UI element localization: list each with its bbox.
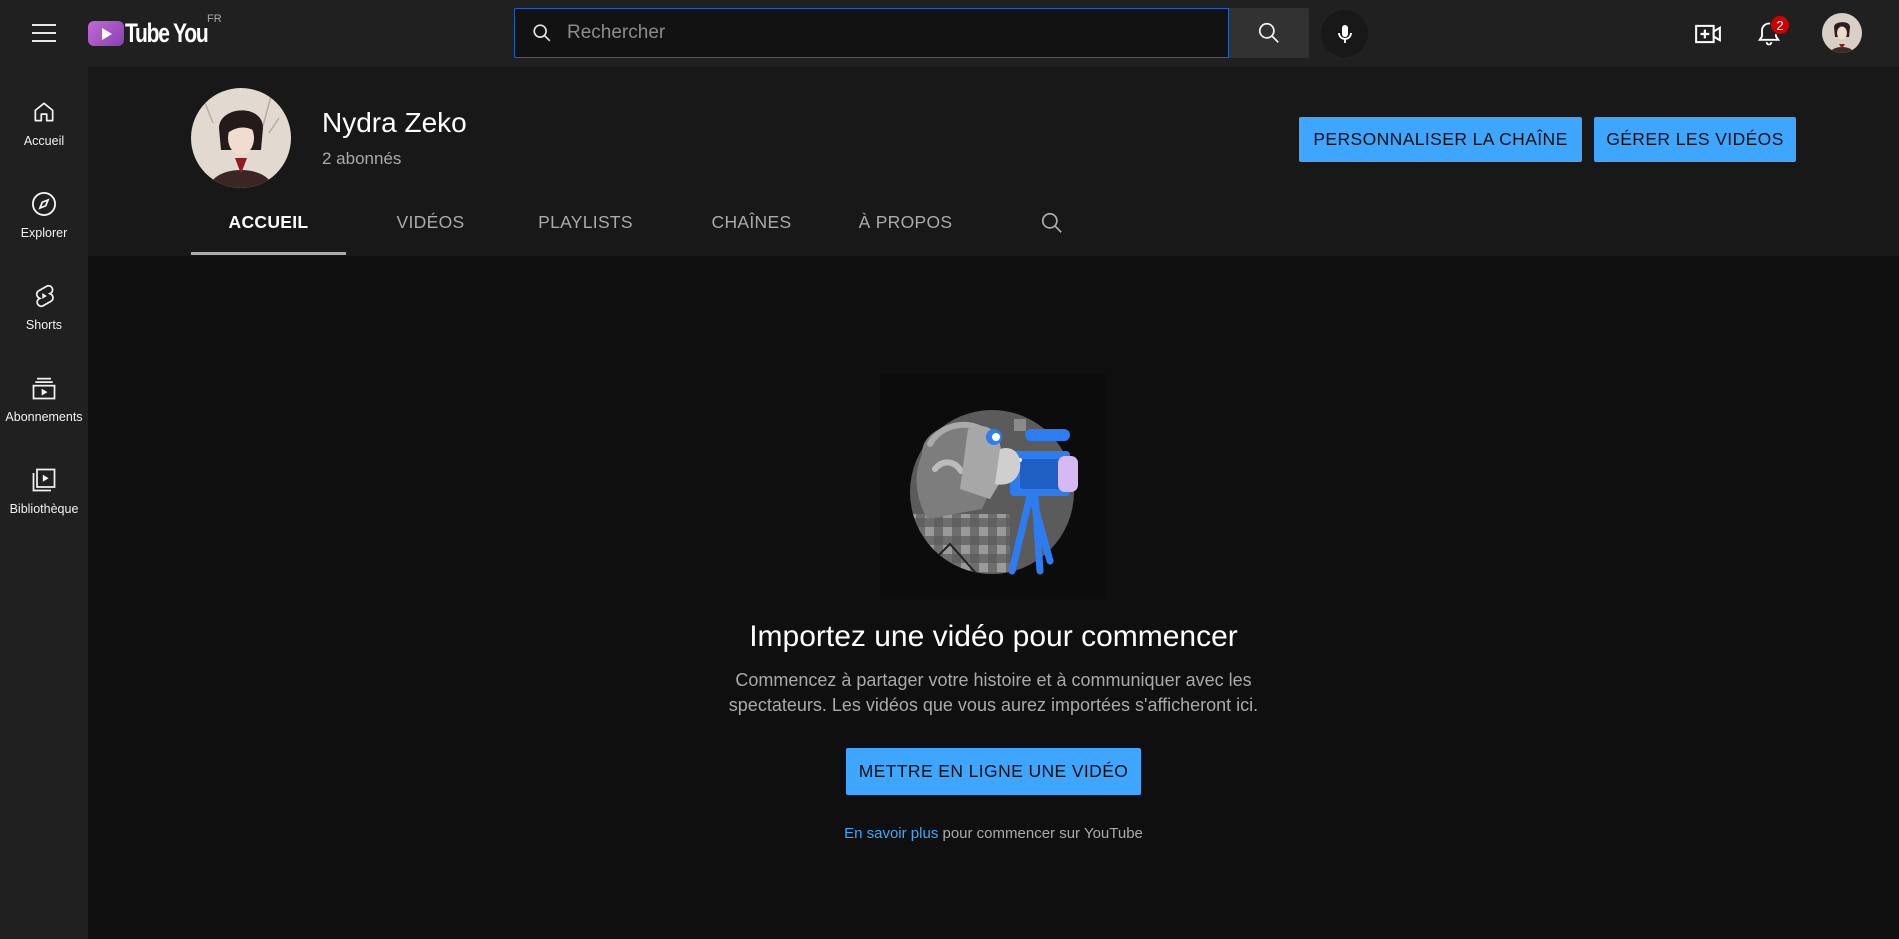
channel-avatar-image (191, 88, 291, 188)
shorts-icon (30, 282, 58, 310)
learn-more-text: En savoir plus pour commencer sur YouTub… (600, 825, 1387, 842)
search-button[interactable] (1229, 8, 1309, 58)
logo-country-code: FR (207, 13, 222, 25)
sidebar-item-subscriptions[interactable]: Abonnements (0, 368, 88, 442)
learn-more-suffix: pour commencer sur YouTube (938, 825, 1143, 842)
search-box[interactable] (514, 8, 1229, 58)
account-avatar[interactable] (1822, 13, 1862, 53)
sidebar-item-label: Abonnements (5, 410, 83, 424)
voice-search-button[interactable] (1321, 10, 1368, 57)
logo[interactable]: Tube You FR (88, 13, 231, 51)
library-icon (30, 466, 58, 494)
sidebar-item-label: Explorer (20, 226, 68, 240)
sidebar: Accueil Explorer Shorts Abonnements Bibl… (0, 67, 88, 939)
tab-playlists[interactable]: PLAYLISTS (508, 189, 663, 256)
channel-avatar (191, 88, 291, 188)
microphone-icon (1337, 24, 1352, 43)
video-camera-add-icon (1695, 24, 1721, 44)
sidebar-item-explore[interactable]: Explorer (0, 184, 88, 258)
search-icon (1041, 212, 1062, 233)
sidebar-item-label: Bibliothèque (9, 502, 79, 516)
sidebar-item-home[interactable]: Accueil (0, 92, 88, 166)
manage-videos-button[interactable]: GÉRER LES VIDÉOS (1594, 117, 1796, 162)
empty-state-description: Commencez à partager votre histoire et à… (728, 670, 1259, 715)
logo-text: Tube You (125, 17, 209, 48)
search-icon (1258, 22, 1279, 43)
learn-more-link[interactable]: En savoir plus (844, 825, 938, 842)
sidebar-item-label: Accueil (23, 134, 65, 148)
hamburger-menu-icon[interactable] (24, 16, 64, 50)
play-logo-icon (88, 20, 124, 46)
create-video-button[interactable] (1691, 17, 1725, 51)
channel-header: Nydra Zeko 2 abonnés PERSONNALISER LA CH… (88, 67, 1899, 256)
empty-state-title: Importez une vidéo pour commencer (749, 620, 1238, 653)
tab-about[interactable]: À PROPOS (828, 189, 983, 256)
home-icon (30, 98, 58, 126)
upload-video-button[interactable]: METTRE EN LIGNE UNE VIDÉO (846, 748, 1141, 795)
channel-name: Nydra Zeko (322, 107, 467, 138)
compass-icon (30, 190, 58, 218)
subscriptions-icon (30, 374, 58, 402)
tab-channels[interactable]: CHAÎNES (674, 189, 829, 256)
search-bar (514, 8, 1309, 58)
notification-badge: 2 (1770, 15, 1790, 35)
search-icon (533, 24, 551, 42)
sidebar-item-library[interactable]: Bibliothèque (0, 460, 88, 534)
tab-home[interactable]: ACCUEIL (191, 189, 346, 256)
subscriber-count: 2 abonnés (322, 149, 402, 168)
channel-search-button[interactable] (1022, 189, 1082, 256)
tab-videos[interactable]: VIDÉOS (353, 189, 508, 256)
sidebar-item-label: Shorts (25, 318, 63, 332)
upload-illustration (880, 374, 1105, 599)
camera-operator-illustration (910, 410, 1078, 575)
active-tab-indicator (191, 252, 346, 255)
top-bar: Tube You FR 2 (0, 0, 1899, 67)
search-input[interactable] (567, 22, 1228, 44)
sidebar-item-shorts[interactable]: Shorts (0, 276, 88, 350)
avatar-image (1822, 13, 1862, 53)
customize-channel-button[interactable]: PERSONNALISER LA CHAÎNE (1299, 117, 1582, 162)
